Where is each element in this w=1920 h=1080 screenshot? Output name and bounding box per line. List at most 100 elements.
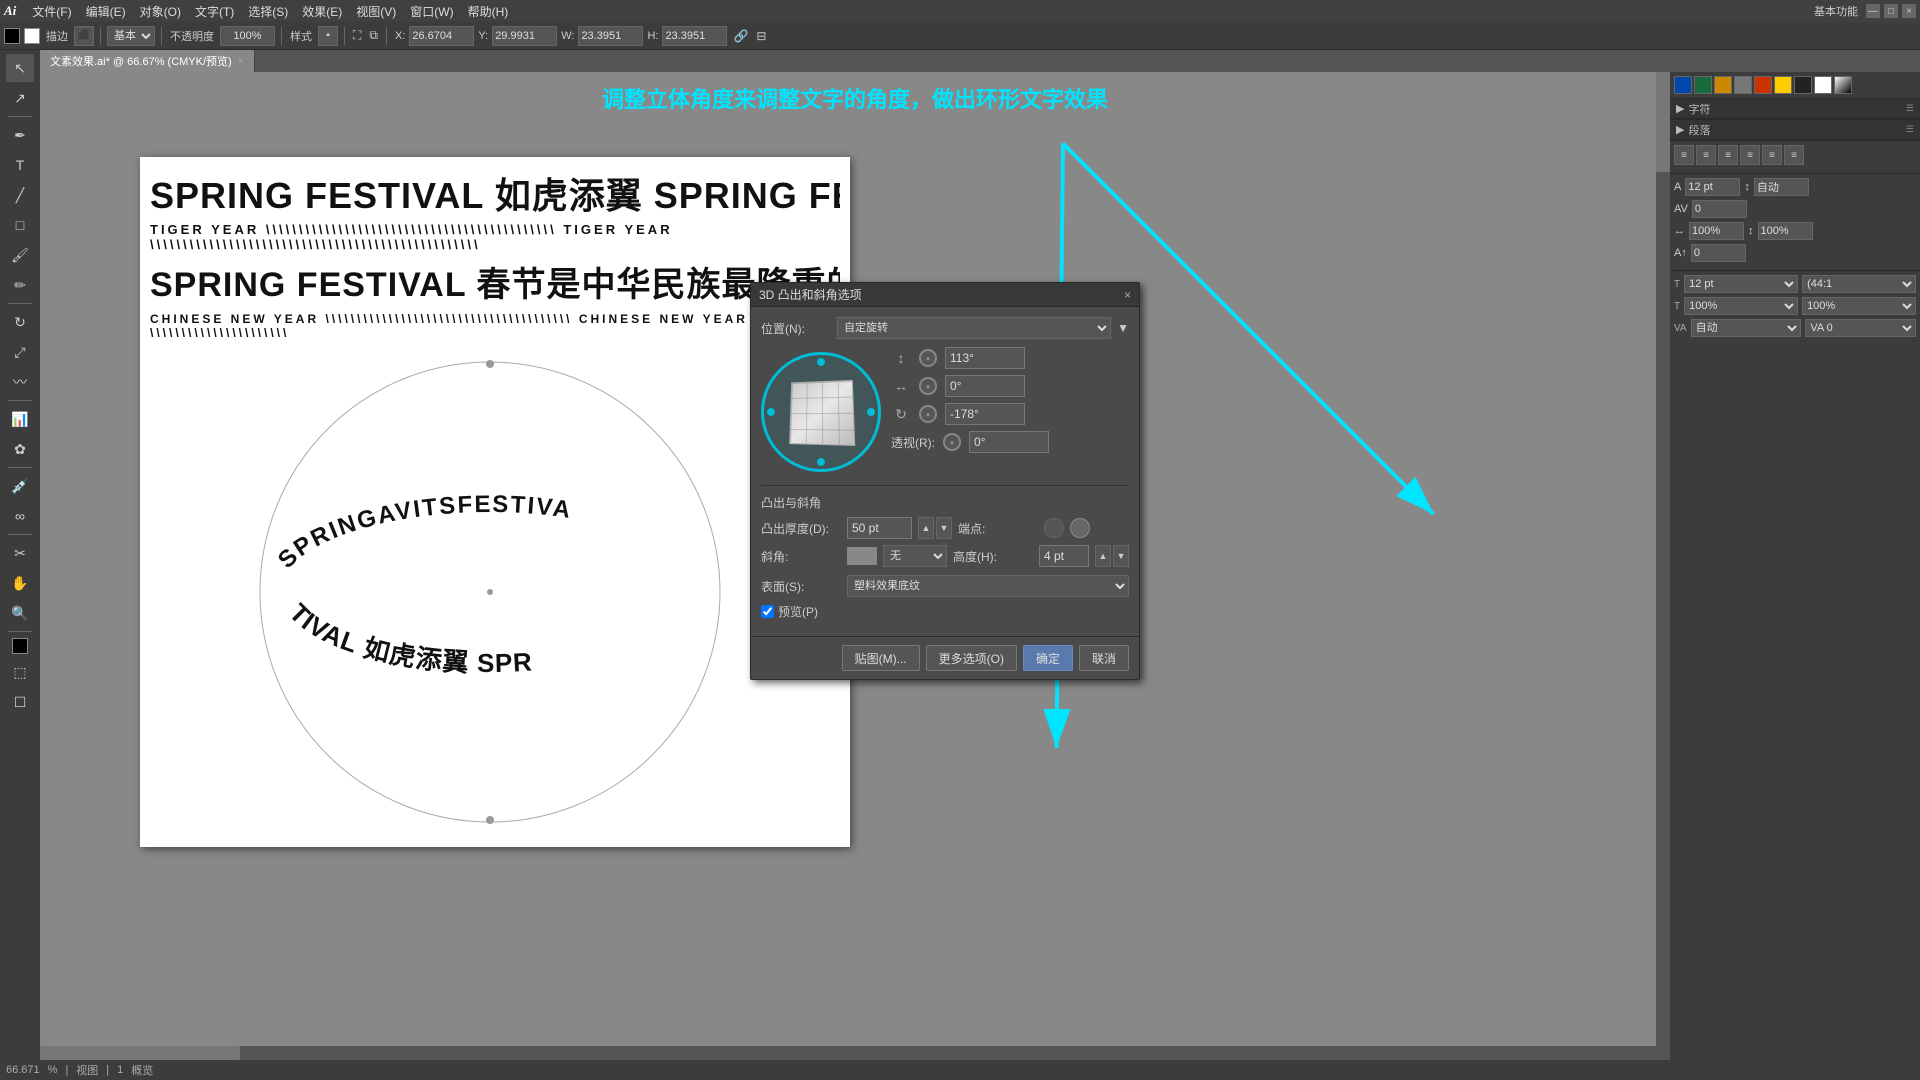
swatch-dark[interactable] bbox=[1794, 76, 1812, 94]
rotation-widget[interactable] bbox=[761, 352, 881, 472]
perspective-circle[interactable]: ● bbox=[943, 433, 961, 451]
va-select[interactable]: 自动 bbox=[1691, 319, 1802, 337]
handle-right[interactable] bbox=[867, 408, 875, 416]
depth-up-btn[interactable]: ▲ bbox=[918, 517, 934, 539]
align-right-btn[interactable]: ≡ bbox=[1718, 145, 1738, 165]
angle2-circle[interactable]: ● bbox=[919, 377, 937, 395]
x-input[interactable] bbox=[409, 26, 474, 46]
handle-left[interactable] bbox=[767, 408, 775, 416]
ok-btn[interactable]: 确定 bbox=[1023, 645, 1073, 671]
scissors-tool[interactable]: ✂ bbox=[6, 539, 34, 567]
opacity-input[interactable] bbox=[220, 26, 275, 46]
angle1-input[interactable] bbox=[945, 347, 1025, 369]
swatch-white[interactable] bbox=[1814, 76, 1832, 94]
scale-tool[interactable]: ⤢ bbox=[6, 338, 34, 366]
v-scroll-thumb[interactable] bbox=[1656, 72, 1670, 172]
height-input[interactable] bbox=[1039, 545, 1089, 567]
surface-select[interactable]: 塑料效果底纹 bbox=[847, 575, 1129, 597]
menu-edit[interactable]: 编辑(E) bbox=[80, 1, 132, 22]
baseline-input[interactable] bbox=[1691, 244, 1746, 262]
dialog-title-bar[interactable]: 3D 凸出和斜角选项 × bbox=[751, 283, 1139, 307]
horizontal-scrollbar[interactable] bbox=[40, 1046, 1670, 1060]
position-dropdown-icon[interactable]: ▼ bbox=[1117, 321, 1129, 335]
stroke-swatch[interactable] bbox=[24, 28, 40, 44]
tool-fill-swatch[interactable] bbox=[12, 638, 28, 654]
minimize-button[interactable]: — bbox=[1866, 4, 1880, 18]
height-up-btn[interactable]: ▲ bbox=[1095, 545, 1111, 567]
more-options-btn[interactable]: 更多选项(O) bbox=[926, 645, 1017, 671]
angle2-input[interactable] bbox=[945, 375, 1025, 397]
fill-swatch[interactable] bbox=[4, 28, 20, 44]
leading-input[interactable] bbox=[1754, 178, 1809, 196]
cancel-btn[interactable]: 联消 bbox=[1079, 645, 1129, 671]
justify-btn[interactable]: ≡ bbox=[1740, 145, 1760, 165]
taper-swatch[interactable] bbox=[847, 547, 877, 565]
angle1-circle[interactable]: ● bbox=[919, 349, 937, 367]
pen-tool[interactable]: ✒ bbox=[6, 121, 34, 149]
pt-select-4[interactable]: 100% bbox=[1802, 297, 1916, 315]
section-menu[interactable]: ☰ bbox=[1906, 103, 1914, 114]
swatch-yellow[interactable] bbox=[1774, 76, 1792, 94]
scale-h-input[interactable] bbox=[1689, 222, 1744, 240]
rotate-tool[interactable]: ↻ bbox=[6, 308, 34, 336]
shape-tool[interactable]: □ bbox=[6, 211, 34, 239]
tab-close-btn[interactable]: × bbox=[238, 56, 244, 67]
height-down-btn[interactable]: ▼ bbox=[1113, 545, 1129, 567]
va-select2[interactable]: VA 0 bbox=[1805, 319, 1916, 337]
handle-top[interactable] bbox=[817, 358, 825, 366]
warp-tool[interactable]: 〰 bbox=[6, 368, 34, 396]
swatch-orange[interactable] bbox=[1714, 76, 1732, 94]
menu-effect[interactable]: 效果(E) bbox=[296, 1, 348, 22]
tracking-input[interactable] bbox=[1692, 200, 1747, 218]
menu-file[interactable]: 文件(F) bbox=[26, 1, 77, 22]
select-tool[interactable]: ↖ bbox=[6, 54, 34, 82]
swatch-gradient[interactable] bbox=[1834, 76, 1852, 94]
handle-bottom[interactable] bbox=[817, 458, 825, 466]
map-btn[interactable]: 贴图(M)... bbox=[842, 645, 920, 671]
stroke-options-btn[interactable]: ⬛ bbox=[74, 26, 94, 46]
para-menu[interactable]: ☰ bbox=[1906, 124, 1914, 135]
position-select[interactable]: 自定旋转 bbox=[837, 317, 1111, 339]
cap-btn2[interactable] bbox=[1070, 518, 1090, 538]
menu-type[interactable]: 文字(T) bbox=[189, 1, 240, 22]
taper-select[interactable]: 无 bbox=[883, 545, 947, 567]
preview-checkbox[interactable] bbox=[761, 605, 774, 618]
stroke-weight-select[interactable]: 基本 bbox=[107, 26, 155, 46]
maximize-button[interactable]: □ bbox=[1884, 4, 1898, 18]
draw-mode-btn[interactable]: ⬚ bbox=[6, 658, 34, 686]
hand-tool[interactable]: ✋ bbox=[6, 569, 34, 597]
h-input[interactable] bbox=[662, 26, 727, 46]
direct-select-tool[interactable]: ↗ bbox=[6, 84, 34, 112]
cap-btn1[interactable] bbox=[1044, 518, 1064, 538]
depth-down-btn[interactable]: ▼ bbox=[936, 517, 952, 539]
swatch-red[interactable] bbox=[1754, 76, 1772, 94]
graph-tool[interactable]: 📊 bbox=[6, 405, 34, 433]
h-scroll-thumb[interactable] bbox=[40, 1046, 240, 1060]
vertical-scrollbar[interactable] bbox=[1656, 72, 1670, 1046]
swatch-blue[interactable] bbox=[1674, 76, 1692, 94]
paintbrush-tool[interactable]: 🖌 bbox=[6, 241, 34, 269]
angle3-circle[interactable]: ● bbox=[919, 405, 937, 423]
perspective-input[interactable] bbox=[969, 431, 1049, 453]
pt-select-1[interactable]: 12 pt bbox=[1684, 275, 1798, 293]
pencil-tool[interactable]: ✏ bbox=[6, 271, 34, 299]
align-center-btn[interactable]: ≡ bbox=[1696, 145, 1716, 165]
align-left-btn[interactable]: ≡ bbox=[1674, 145, 1694, 165]
depth-input[interactable] bbox=[847, 517, 912, 539]
menu-object[interactable]: 对象(O) bbox=[134, 1, 187, 22]
active-tab[interactable]: 文素效果.ai* @ 66.67% (CMYK/预览) × bbox=[40, 50, 255, 72]
menu-window[interactable]: 窗口(W) bbox=[404, 1, 459, 22]
screen-mode-btn[interactable]: ☐ bbox=[6, 688, 34, 716]
justify-all-btn[interactable]: ≡ bbox=[1762, 145, 1782, 165]
menu-select[interactable]: 选择(S) bbox=[242, 1, 294, 22]
close-button[interactable]: × bbox=[1902, 4, 1916, 18]
angle3-input[interactable] bbox=[945, 403, 1025, 425]
symbol-tool[interactable]: ✿ bbox=[6, 435, 34, 463]
line-tool[interactable]: ╱ bbox=[6, 181, 34, 209]
pt-select-3[interactable]: 100% bbox=[1684, 297, 1798, 315]
blend-tool[interactable]: ∞ bbox=[6, 502, 34, 530]
type-tool[interactable]: T bbox=[6, 151, 34, 179]
zoom-tool[interactable]: 🔍 bbox=[6, 599, 34, 627]
swatch-gray1[interactable] bbox=[1734, 76, 1752, 94]
swatch-green[interactable] bbox=[1694, 76, 1712, 94]
